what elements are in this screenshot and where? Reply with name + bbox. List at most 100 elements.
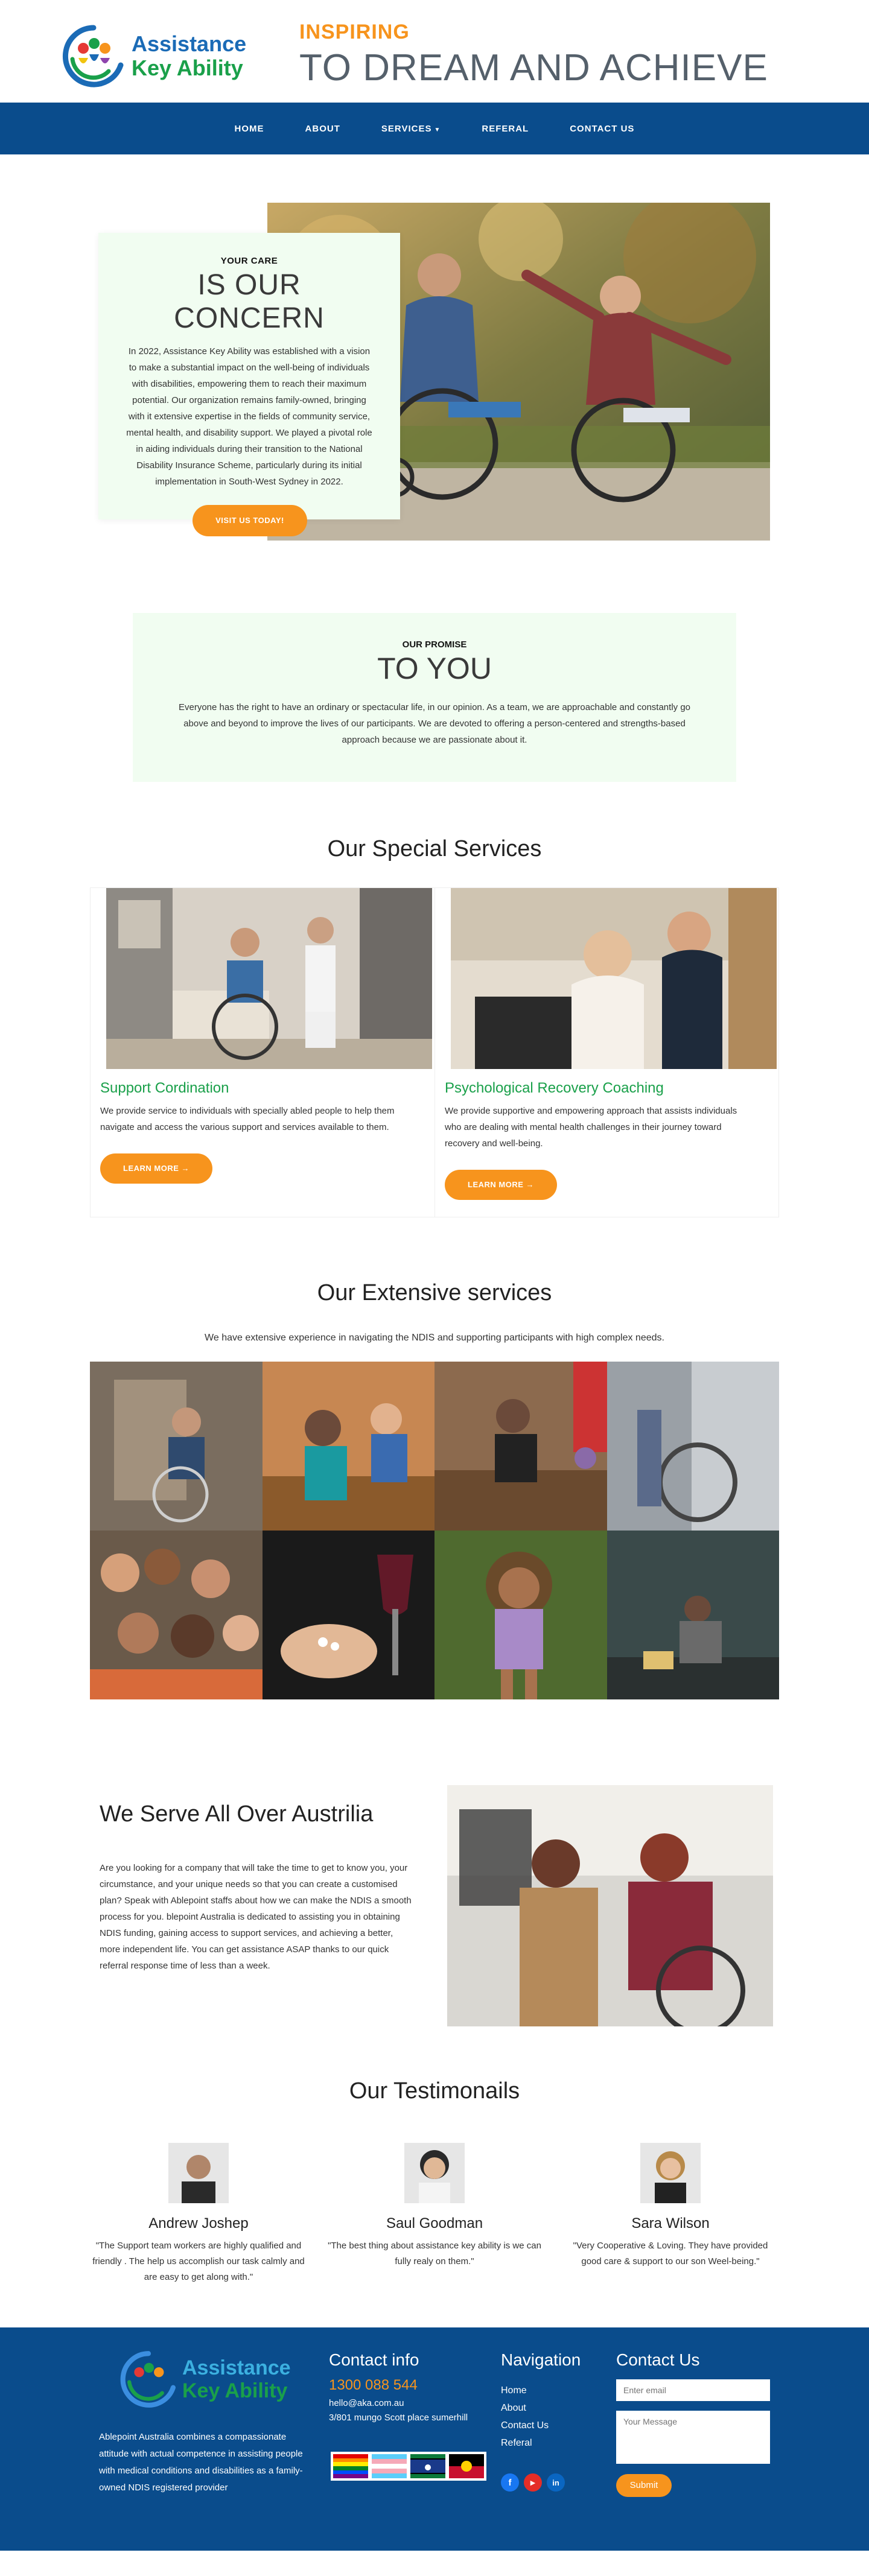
logo-wordmark: Assistance Key Ability [132,32,246,80]
promise-section: OUR PROMISE TO YOU Everyone has the righ… [133,613,736,782]
main-nav: HOME ABOUT SERVICES ▼ REFERAL CONTACT US [0,103,869,154]
promise-eyebrow: OUR PROMISE [402,639,467,650]
footer-address: 3/801 mungo Scott place sumerhill [329,2413,468,2423]
recovery-coaching-photo [451,888,777,1069]
testimonial-quote: "Very Cooperative & Loving. They have pr… [573,2241,768,2267]
footer-logo-wordmark: Assistance Key Ability [182,2356,291,2402]
footer-nav-home[interactable]: Home [501,2382,581,2399]
about-section: YOUR CARE IS OUR CONCERN In 2022, Assist… [0,154,869,613]
site-logo[interactable]: Assistance Key Ability [60,23,246,89]
service-card-support: Support Cordination We provide service t… [91,888,435,1217]
extensive-gallery [90,1362,779,1699]
logo-icon [62,25,124,87]
footer-logo-icon [120,2351,176,2408]
gallery-illustration-7 [434,1531,607,1699]
gallery-illustration-3 [434,1362,607,1531]
testimonial-card: Andrew Joshep "The Support team workers … [90,2143,307,2285]
email-field[interactable] [616,2379,770,2401]
wheelchair-women-illustration [447,1785,773,2026]
service-body-psych: We provide supportive and empowering app… [445,1106,737,1149]
footer-logo-line-1: Assistance [182,2356,291,2379]
footer-nav-contact[interactable]: Contact Us [501,2417,581,2434]
nav-home[interactable]: HOME [214,124,285,134]
gallery-illustration-4 [606,1362,779,1531]
footer-email[interactable]: hello@aka.com.au [329,2396,468,2411]
serve-title: We Serve All Over Austrilia [100,1801,374,1827]
logo-line-1: Assistance [132,31,247,56]
gallery-illustration-5 [90,1531,263,1699]
pride-flag-icon [333,2454,368,2478]
nav-about[interactable]: ABOUT [285,124,361,134]
avatar [640,2143,701,2203]
support-coordination-photo [106,888,432,1069]
testimonial-quote: "The best thing about assistance key abi… [328,2241,541,2267]
concern-eyebrow: YOUR CARE [220,256,278,266]
service-title-psych: Psychological Recovery Coaching [445,1080,664,1096]
serve-body: Are you looking for a company that will … [100,1863,412,1971]
footer-phone[interactable]: 1300 088 544 [329,2377,468,2394]
gallery-illustration-6 [262,1531,434,1699]
serve-section: We Serve All Over Austrilia Are you look… [90,1785,779,2026]
promise-title: TO YOU [377,652,492,685]
service-body-support: We provide service to individuals with s… [100,1106,395,1132]
extensive-title: Our Extensive services [317,1280,552,1305]
visit-us-button[interactable]: VISIT US TODAY! [193,505,307,536]
gallery-photo-3 [434,1362,607,1531]
nav-referal[interactable]: REFERAL [461,124,549,134]
testimonial-card: Saul Goodman "The best thing about assis… [326,2143,543,2285]
concern-card: YOUR CARE IS OUR CONCERN In 2022, Assist… [98,233,400,519]
testimonials-title: Our Testimonails [349,2078,520,2104]
serve-text: We Serve All Over Austrilia Are you look… [90,1785,422,2026]
testimonial-name: Sara Wilson [631,2215,710,2232]
testimonial-quote: "The Support team workers are highly qua… [92,2241,305,2282]
concern-title: IS OUR CONCERN [174,269,325,334]
testimonials-list: Andrew Joshep "The Support team workers … [90,2143,779,2285]
promise-body: Everyone has the right to have an ordina… [178,702,690,745]
linkedin-icon[interactable]: in [547,2473,565,2492]
footer-nav-about[interactable]: About [501,2399,581,2417]
learn-more-support-button[interactable]: LEARN MORE → [100,1153,212,1184]
learn-more-psych-button[interactable]: LEARN MORE → [445,1170,557,1200]
footer-nav-list: Home About Contact Us Referal [501,2382,581,2452]
footer-logo-line-2: Key Ability [182,2379,288,2402]
nav-services-label: SERVICES [381,123,432,134]
nav-services[interactable]: SERVICES ▼ [361,124,462,134]
avatar-illustration-3 [640,2143,701,2203]
footer-social-links: f ▶ in [501,2473,565,2492]
header-tagline: INSPIRING TO DREAM AND ACHIEVE [299,21,768,89]
concern-body: In 2022, Assistance Key Ability was esta… [126,346,372,487]
footer-contact-title: Contact info [329,2350,419,2369]
support-coordination-illustration [106,888,432,1069]
footer-logo[interactable]: Assistance Key Ability [118,2349,291,2409]
special-services-title: Our Special Services [327,836,542,861]
tagline-big: TO DREAM AND ACHIEVE [299,47,768,89]
gallery-photo-4 [606,1362,779,1531]
caret-down-icon: ▼ [434,126,441,133]
footer-nav-referal[interactable]: Referal [501,2434,581,2452]
gallery-illustration-1 [90,1362,263,1531]
message-field[interactable] [616,2411,770,2464]
avatar [168,2143,229,2203]
gallery-photo-1 [90,1362,263,1531]
extensive-subtitle: We have extensive experience in navigati… [205,1333,664,1343]
avatar-illustration-2 [404,2143,465,2203]
footer-about: Ablepoint Australia combines a compassio… [99,2432,303,2493]
footer-nav-title: Navigation [501,2350,581,2369]
gallery-photo-6 [262,1531,434,1699]
submit-button[interactable]: Submit [616,2474,672,2497]
service-title-support: Support Cordination [100,1080,229,1096]
avatar-illustration-1 [168,2143,229,2203]
testimonial-card: Sara Wilson "Very Cooperative & Loving. … [562,2143,779,2285]
special-services-list: Support Cordination We provide service t… [90,887,779,1217]
aboriginal-flag-icon [449,2454,484,2478]
youtube-icon[interactable]: ▶ [524,2473,542,2492]
wheelchair-women-photo [447,1785,773,2026]
footer-navigation: Navigation Home About Contact Us Referal [501,2350,581,2452]
gallery-photo-2 [262,1362,434,1531]
testimonial-name: Saul Goodman [386,2215,483,2232]
gallery-illustration-2 [262,1362,434,1531]
gallery-illustration-8 [606,1531,779,1699]
nav-contact[interactable]: CONTACT US [549,124,655,134]
facebook-icon[interactable]: f [501,2473,519,2492]
service-card-psych: Psychological Recovery Coaching We provi… [435,888,780,1217]
